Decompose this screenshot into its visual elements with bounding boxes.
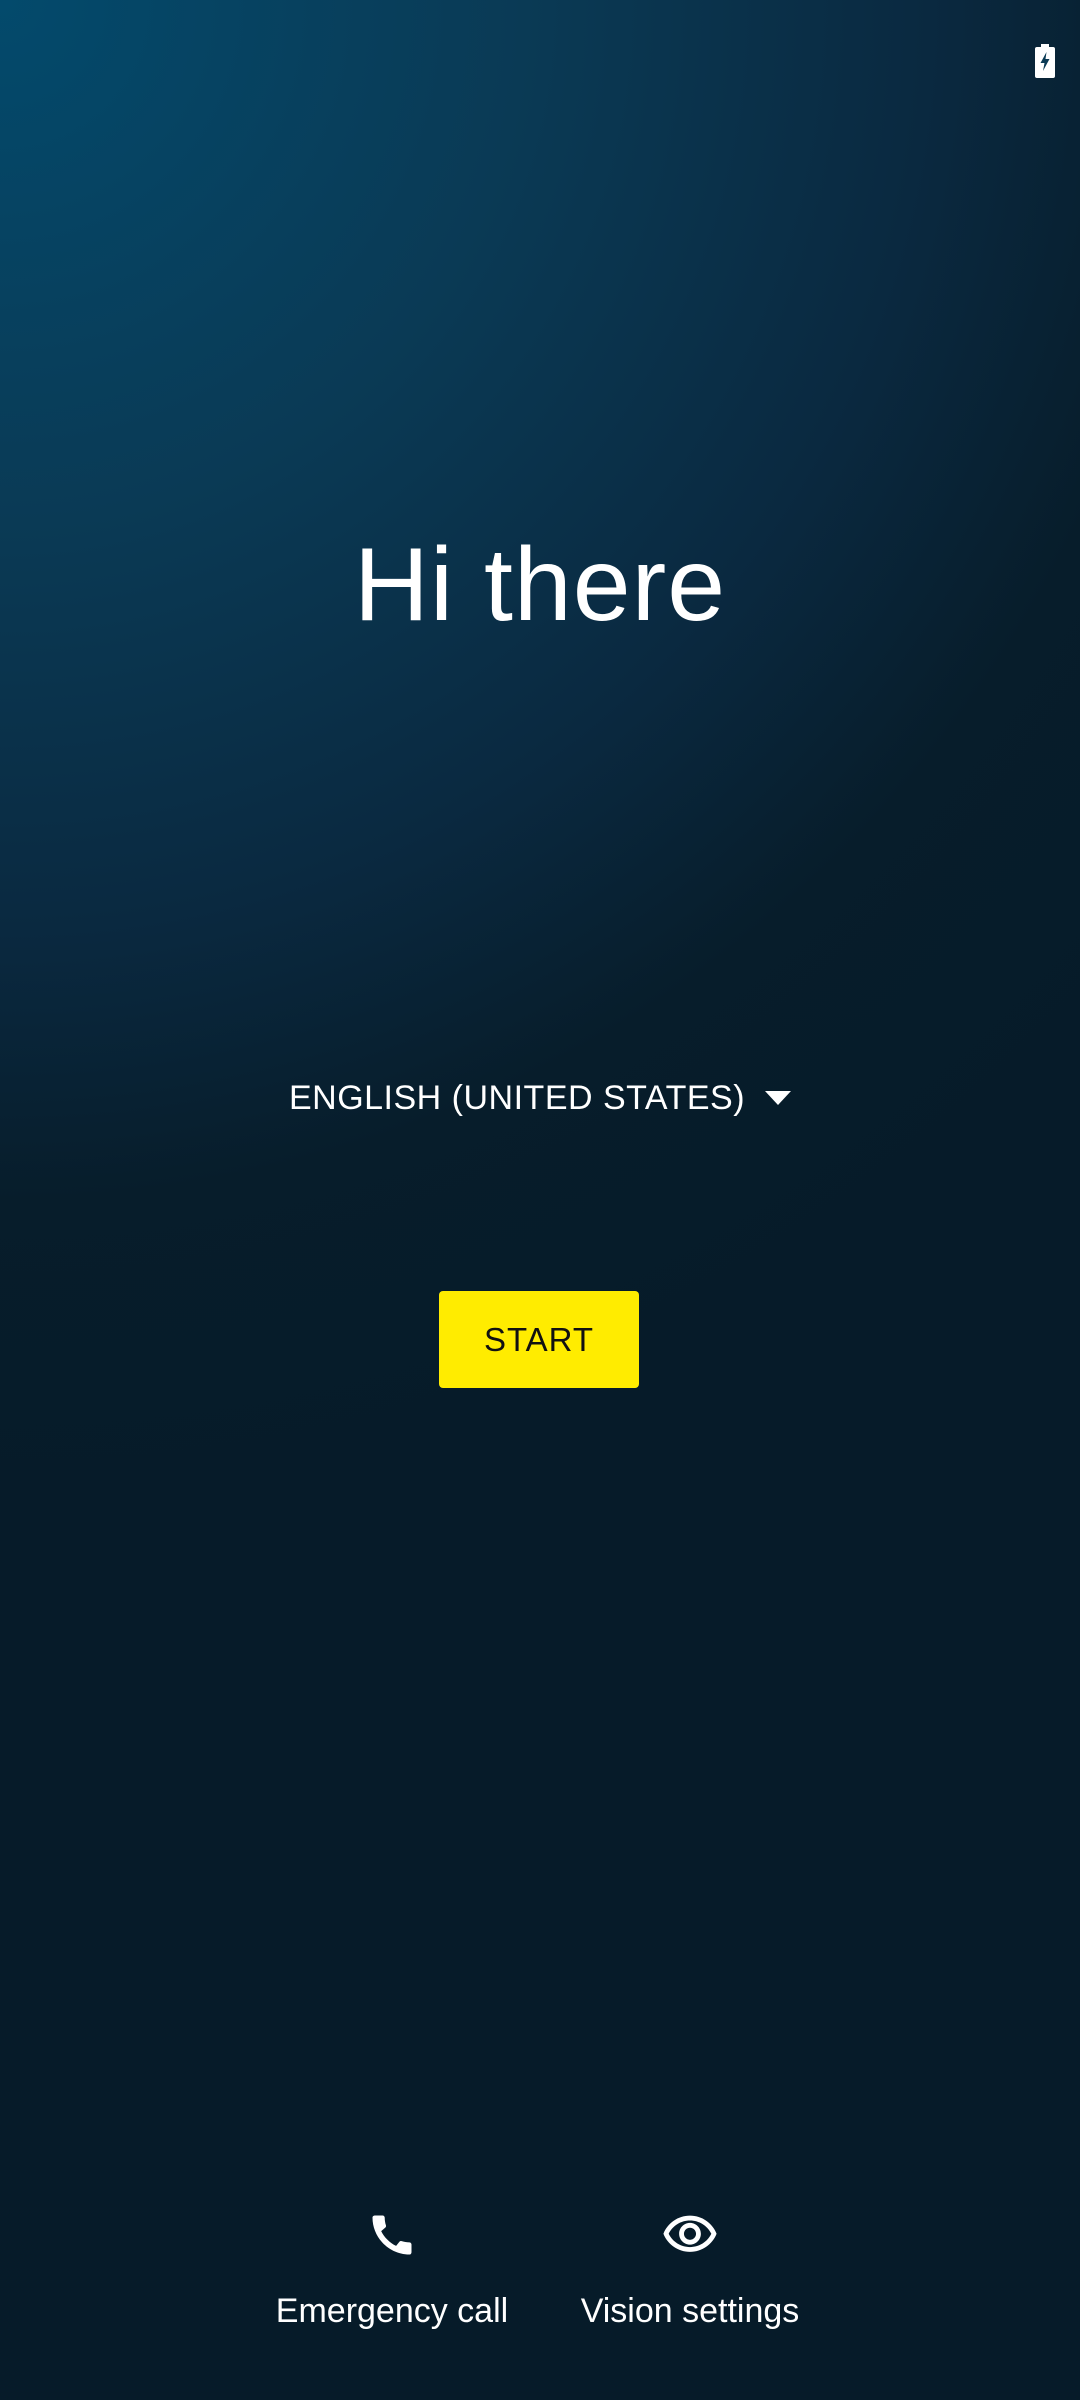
eye-icon xyxy=(663,2215,717,2252)
language-label: ENGLISH (UNITED STATES) xyxy=(288,1079,746,1117)
chevron-down-icon xyxy=(765,1091,792,1105)
start-button[interactable]: START xyxy=(439,1291,639,1388)
emergency-call-label: Emergency call xyxy=(275,2292,509,2330)
battery-charging-icon xyxy=(1035,44,1055,78)
language-selector[interactable]: ENGLISH (UNITED STATES) xyxy=(0,1070,1080,1126)
emergency-call-button[interactable]: Emergency call xyxy=(262,2205,522,2355)
phone-icon xyxy=(372,2215,412,2255)
status-bar xyxy=(0,0,1080,110)
greeting-title: Hi there xyxy=(353,527,727,643)
vision-settings-label: Vision settings xyxy=(580,2292,800,2330)
vision-settings-button[interactable]: Vision settings xyxy=(560,2205,820,2355)
